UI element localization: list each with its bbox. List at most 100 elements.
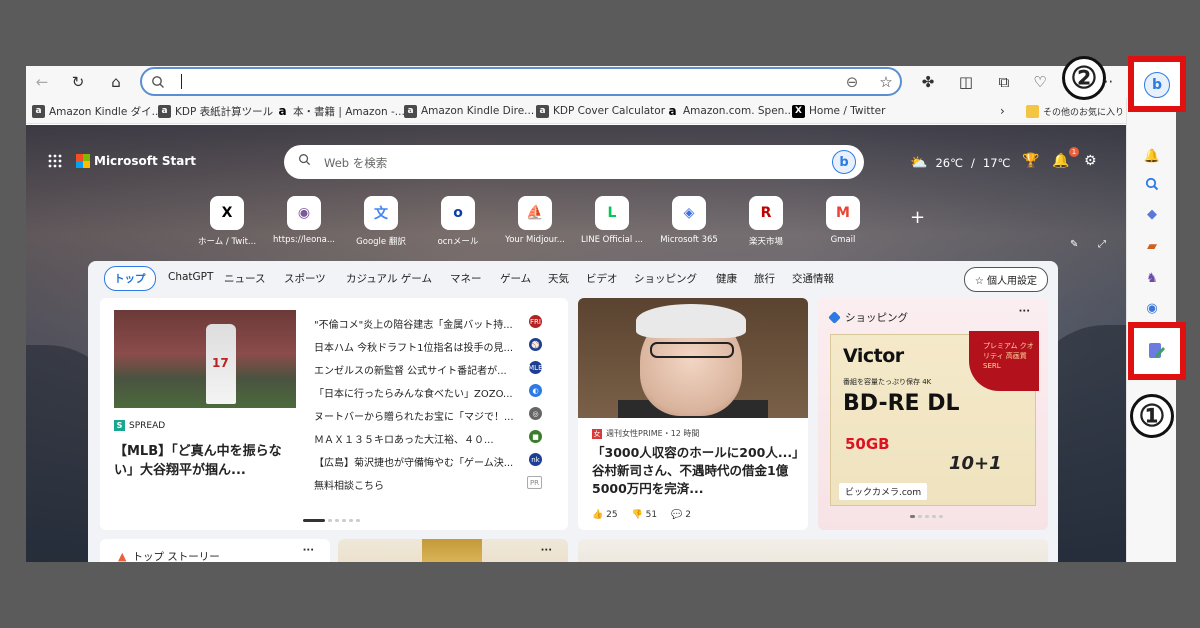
bookmark-item[interactable]: a Amazon.com. Spen...	[666, 103, 794, 119]
search-placeholder: Web を検索	[324, 156, 388, 170]
tab-shopping[interactable]: ショッピング	[634, 271, 697, 286]
bing-chat-icon[interactable]: b	[832, 150, 856, 174]
bookmark-item[interactable]: a Amazon Kindle Dire...	[404, 103, 534, 119]
compose-edit-icon[interactable]	[1146, 340, 1168, 362]
product-name: BD-RE DL	[843, 391, 960, 416]
shopping-tag-icon[interactable]: ◆	[1142, 204, 1162, 224]
collections-icon[interactable]: ⧉	[994, 72, 1014, 92]
like-button[interactable]: 👍 25	[592, 510, 618, 520]
web-search-box[interactable]: Web を検索 b	[284, 145, 864, 179]
tab-games[interactable]: ゲーム	[500, 271, 531, 286]
headline-item[interactable]: 日本ハム 今秋ドラフト1位指名は投手の見... ⚾	[314, 337, 554, 359]
dislike-button[interactable]: 👎 51	[632, 510, 658, 520]
bing-copilot-icon[interactable]: b	[1144, 72, 1170, 98]
home-icon[interactable]: ⌂	[106, 72, 126, 92]
headline-item-sponsored[interactable]: 無料相談こちら PR	[314, 475, 554, 497]
quick-link[interactable]: ⛵ Your Midjour...	[500, 196, 570, 245]
shopping-header: ショッピング	[828, 310, 908, 325]
weather-widget[interactable]: ⛅ 26℃ / 17℃	[910, 155, 1010, 171]
app-launcher-icon[interactable]	[48, 154, 62, 172]
more-options-icon[interactable]: ···	[1019, 306, 1030, 317]
tab-casual-games[interactable]: カジュアル ゲーム	[346, 271, 432, 286]
headline-item[interactable]: エンゼルスの新監督 公式サイト番記者が... MLB	[314, 360, 554, 382]
bookmarks-overflow-chevron-icon[interactable]: ›	[1000, 103, 1005, 119]
reload-icon[interactable]: ↻	[68, 72, 88, 92]
split-screen-icon[interactable]: ◫	[956, 72, 976, 92]
microsoft-365-icon[interactable]: ◉	[1142, 298, 1162, 318]
settings-gear-icon[interactable]: ⚙	[1084, 153, 1097, 169]
edit-layout-icon[interactable]: ✎	[1070, 239, 1078, 250]
tab-weather[interactable]: 天気	[548, 271, 569, 286]
quick-link[interactable]: X ホーム / Twit...	[192, 196, 262, 247]
news-card-tanimura[interactable]: 女週刊女性PRIME・12 時間 「3000人収容のホールに200人...」谷村…	[578, 298, 808, 530]
add-quick-link-icon[interactable]: +	[910, 207, 925, 228]
bookmark-item[interactable]: a KDP Cover Calculator	[536, 103, 665, 119]
tab-sports[interactable]: スポーツ	[284, 271, 326, 286]
headline-item[interactable]: ＭＡＸ１３５キロあった大江裕、４０... ■	[314, 429, 554, 451]
personalize-button[interactable]: ☆ 個人用設定	[963, 267, 1048, 292]
top-stories-card[interactable]: ▲ トップ ストーリー ···	[100, 539, 330, 562]
other-favorites-folder[interactable]: その他のお気に入り	[1026, 103, 1124, 119]
carousel-dots[interactable]	[910, 515, 943, 518]
tab-travel[interactable]: 旅行	[754, 271, 775, 286]
news-card-mlb[interactable]: 17 S SPREAD 【MLB】「ど真ん中を振らない」大谷翔平が掴ん... "不…	[100, 298, 568, 530]
notification-bell-icon[interactable]: 🔔	[1052, 153, 1069, 169]
zoom-icon[interactable]: ⊖	[842, 72, 862, 92]
jersey-number: 17	[212, 356, 229, 370]
bookmark-item[interactable]: a Amazon Kindle ダイ...	[32, 103, 162, 119]
headline-item[interactable]: 「日本に行ったらみんな食べたい」ZOZO... ◐	[314, 383, 554, 405]
website-avatar-icon: ◉	[287, 196, 321, 230]
tab-traffic[interactable]: 交通情報	[792, 271, 834, 286]
quick-link[interactable]: ◈ Microsoft 365	[654, 196, 724, 245]
notification-bell-icon[interactable]: 🔔	[1142, 146, 1162, 166]
games-chess-icon[interactable]: ♞	[1142, 268, 1162, 288]
tab-video[interactable]: ビデオ	[586, 271, 618, 286]
tools-briefcase-icon[interactable]: ▰	[1142, 236, 1162, 256]
news-card-image[interactable]	[578, 539, 1048, 562]
quick-link[interactable]: M Gmail	[808, 196, 878, 245]
tab-chatgpt[interactable]: ChatGPT	[168, 271, 213, 283]
bookmark-item[interactable]: X Home / Twitter	[792, 103, 885, 119]
partly-cloudy-icon: ⛅	[910, 155, 928, 171]
quick-link[interactable]: L LINE Official ...	[577, 196, 647, 245]
headline-item[interactable]: 【広島】菊沢捷也が守備悔やむ「ゲーム決... nk	[314, 452, 554, 474]
retailer-label: ビックカメラ.com	[839, 483, 928, 500]
quick-link[interactable]: 文 Google 翻訳	[346, 196, 416, 247]
product-image-bd-re[interactable]: Victor プレミアム クオリティ 高画質 SERL 番組を容量たっぷり保存 …	[830, 331, 1039, 506]
bookmark-item[interactable]: a KDP 表紙計算ツール	[158, 103, 273, 119]
back-icon[interactable]: ←	[32, 72, 52, 92]
carousel-dots[interactable]	[303, 519, 360, 522]
quick-link[interactable]: R 楽天市場	[731, 196, 801, 247]
rewards-trophy-icon[interactable]: 🏆	[1022, 153, 1039, 169]
favorite-star-icon[interactable]: ☆	[876, 72, 896, 92]
search-icon[interactable]	[1142, 174, 1162, 194]
tab-top[interactable]: トップ	[104, 266, 156, 291]
browser-toolbar: ← ↻ ⌂ ⊖ ☆ ✤ ◫ ⧉ ♡ ···	[26, 66, 1176, 98]
headline-item[interactable]: "不倫コメ"炎上の陪谷建志「金属バット持... FRI	[314, 314, 554, 336]
browser-essentials-icon[interactable]: ♡	[1030, 72, 1050, 92]
source-logo-icon: FRI	[529, 315, 542, 328]
sidebar-settings-icon[interactable]: —	[1142, 558, 1162, 563]
quick-link[interactable]: o ocnメール	[423, 196, 493, 247]
tab-money[interactable]: マネー	[450, 271, 482, 286]
shopping-card[interactable]: ショッピング ··· Victor プレミアム クオリティ 高画質 SERL 番…	[818, 298, 1048, 530]
feed-tabs: トップ ChatGPT ニュース スポーツ カジュアル ゲーム マネー ゲーム …	[88, 261, 1058, 295]
headline-item[interactable]: ヌートバーから贈られたお宝に「マジで！... ◎	[314, 406, 554, 428]
bookmark-item[interactable]: a 本・書籍 | Amazon -...	[276, 103, 404, 119]
headline-title[interactable]: 「3000人収容のホールに200人...」谷村新司さん、不遇時代の借金1億500…	[592, 444, 802, 498]
browser-window: ← ↻ ⌂ ⊖ ☆ ✤ ◫ ⧉ ♡ ··· a Amazon Kindle ダイ.…	[26, 66, 1176, 562]
news-card-image[interactable]: ···	[338, 539, 568, 562]
address-bar[interactable]: ⊖ ☆	[140, 67, 902, 96]
tab-news[interactable]: ニュース	[224, 271, 265, 286]
comment-button[interactable]: 💬 2	[671, 510, 691, 520]
more-options-icon[interactable]: ···	[303, 545, 314, 556]
headline-title[interactable]: 【MLB】「ど真ん中を振らない」大谷翔平が掴ん...	[114, 442, 298, 480]
tab-health[interactable]: 健康	[716, 271, 737, 286]
pr-badge: PR	[527, 476, 542, 489]
portrait-glasses	[650, 342, 734, 358]
brand-name[interactable]: Microsoft Start	[94, 154, 196, 168]
extensions-icon[interactable]: ✤	[918, 72, 938, 92]
more-options-icon[interactable]: ···	[541, 545, 552, 556]
expand-icon[interactable]: ⤢	[1098, 239, 1106, 250]
quick-link[interactable]: ◉ https://leona...	[269, 196, 339, 245]
